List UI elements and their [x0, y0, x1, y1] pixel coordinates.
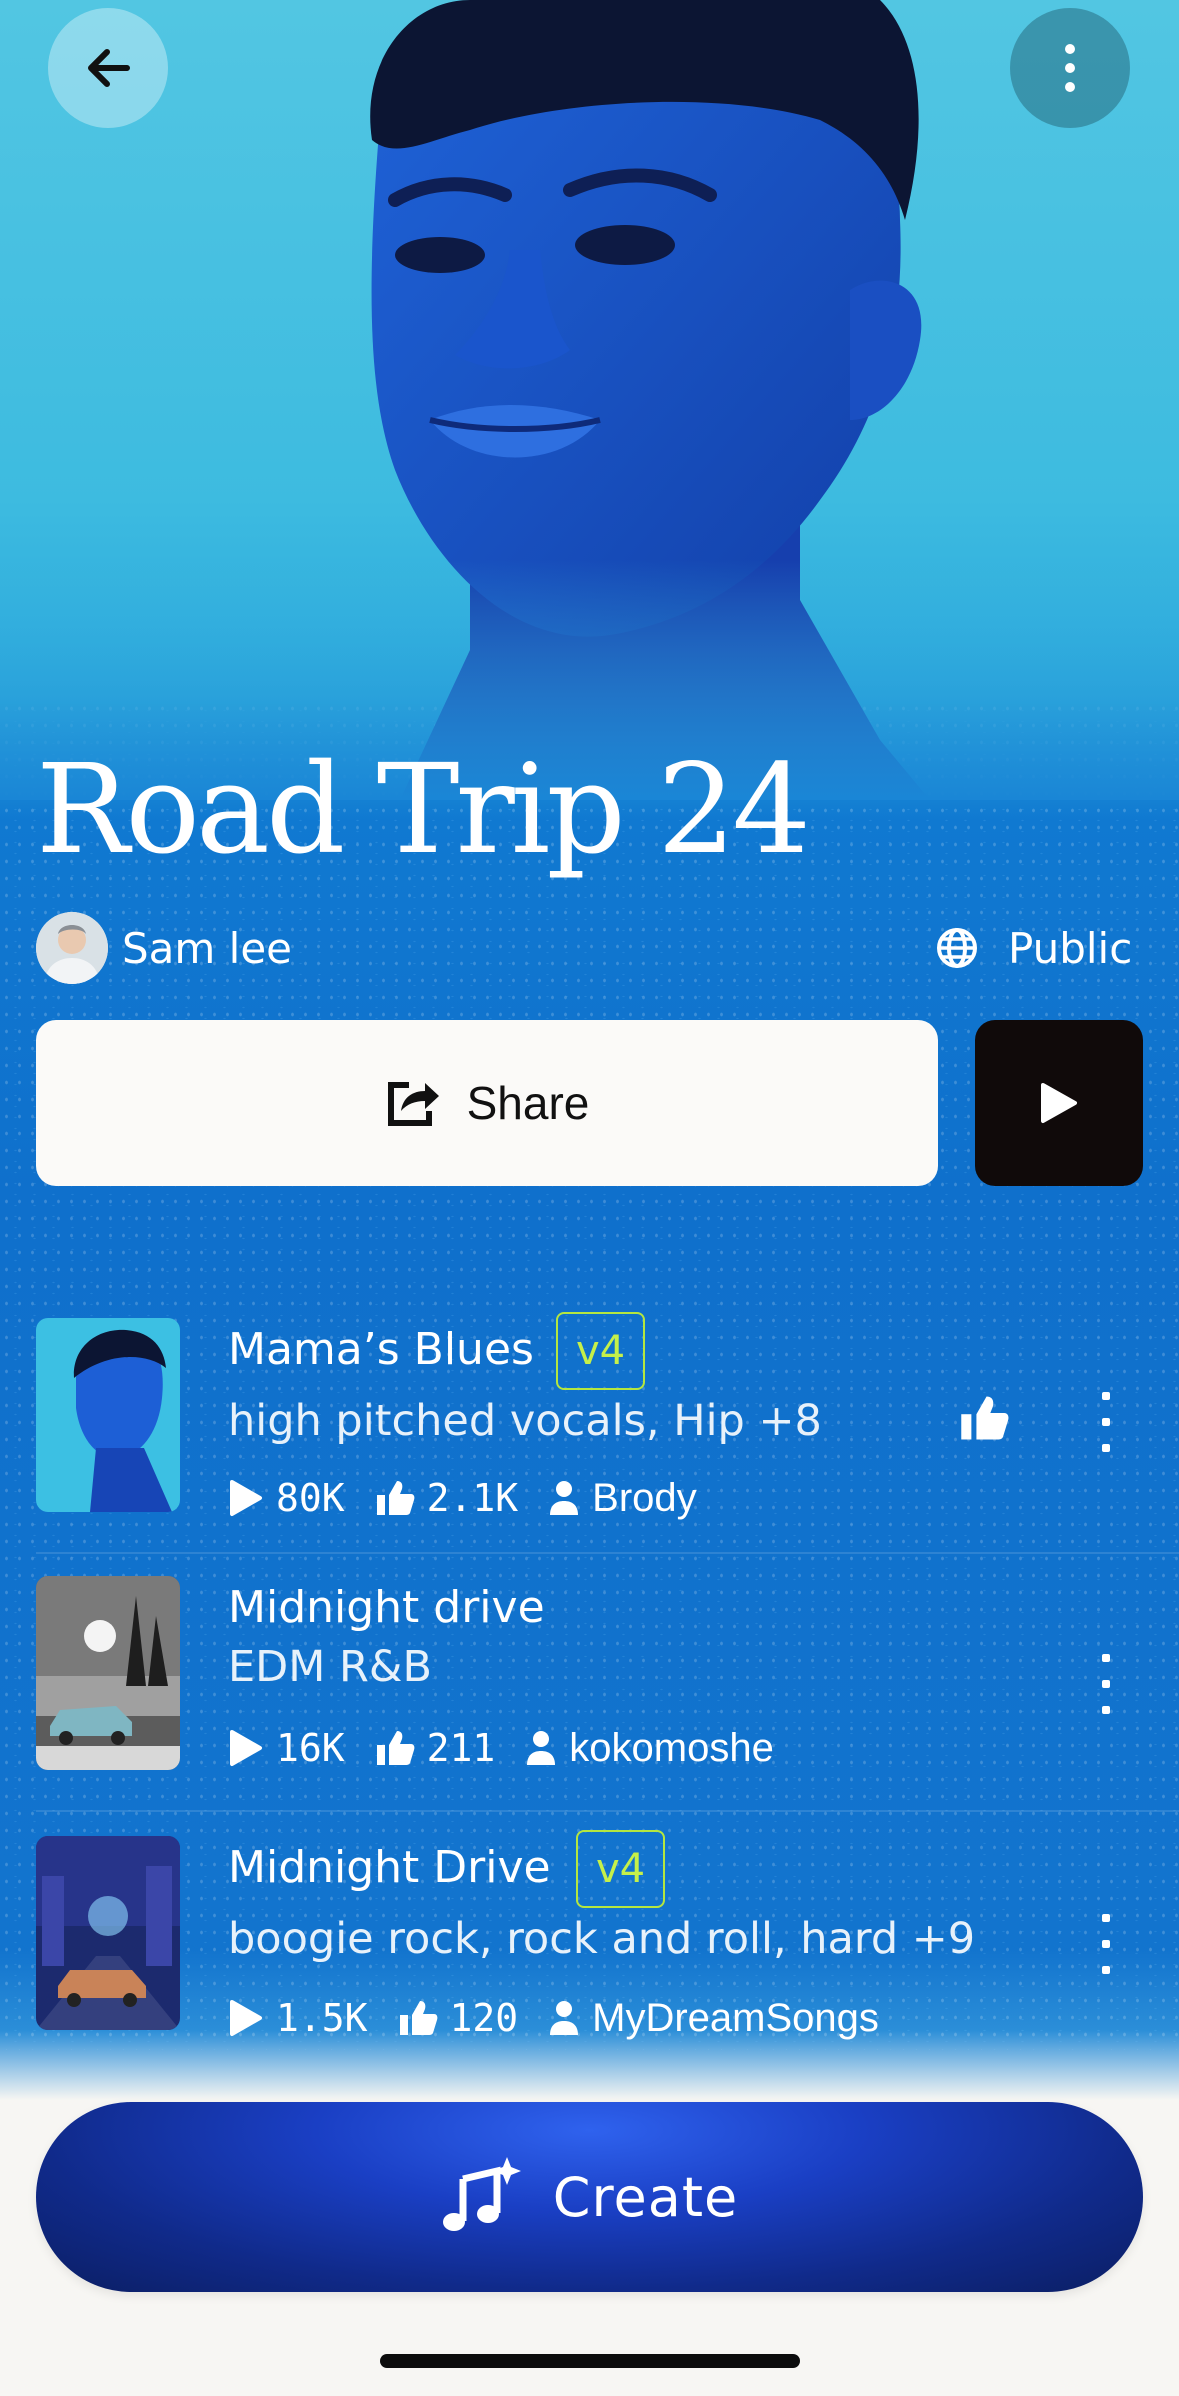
play-count: 80K	[276, 1476, 345, 1520]
playlist-title: Road Trip 24	[36, 738, 811, 882]
like-count: 211	[426, 1726, 496, 1770]
song-thumbnail	[36, 1836, 180, 2030]
share-button[interactable]: Share	[36, 1020, 938, 1186]
person-icon	[550, 1481, 579, 1515]
song-author[interactable]: Brody	[592, 1476, 697, 1521]
share-icon	[387, 1082, 439, 1126]
back-button[interactable]	[48, 8, 168, 128]
create-label: Create	[552, 2165, 739, 2229]
song-row[interactable]: Midnight Drive v4 boogie rock, rock and …	[0, 1822, 1179, 2072]
version-badge: v4	[556, 1312, 646, 1390]
more-options-button[interactable]	[1010, 8, 1130, 128]
song-more-button[interactable]	[1090, 1392, 1122, 1452]
song-author[interactable]: kokomoshe	[569, 1726, 774, 1771]
song-tags: EDM R&B	[228, 1642, 432, 1692]
song-more-button[interactable]	[1090, 1914, 1122, 1974]
song-title: Mama’s Blues	[228, 1324, 534, 1375]
avatar	[36, 912, 108, 984]
visibility-toggle[interactable]: Public	[936, 912, 1132, 984]
create-button[interactable]: Create	[36, 2102, 1143, 2292]
play-icon	[1041, 1083, 1077, 1123]
more-vertical-icon	[1065, 44, 1075, 92]
owner-name: Sam lee	[122, 923, 293, 973]
like-count: 120	[449, 1996, 519, 2040]
like-button[interactable]	[958, 1394, 1010, 1446]
music-sparkle-icon	[442, 2157, 521, 2231]
song-title: Midnight Drive	[228, 1842, 551, 1893]
play-count-icon	[230, 1480, 262, 1516]
play-count: 16K	[276, 1726, 345, 1770]
play-button[interactable]	[975, 1020, 1143, 1186]
song-thumbnail	[36, 1576, 180, 1770]
song-author[interactable]: MyDreamSongs	[592, 1996, 879, 2041]
song-more-button[interactable]	[1090, 1654, 1122, 1714]
play-count: 1.5K	[276, 1996, 368, 2040]
thumbs-up-icon	[961, 1396, 1009, 1440]
playlist-owner[interactable]: Sam lee	[36, 912, 292, 984]
person-icon	[550, 2001, 579, 2035]
song-thumbnail	[36, 1318, 180, 1512]
song-stats: 1.5K 120 MyDreamSongs	[228, 1988, 879, 2048]
play-count-icon	[230, 1730, 262, 1766]
person-icon	[527, 1731, 556, 1765]
song-stats: 16K 211 kokomoshe	[228, 1718, 774, 1778]
row-divider	[36, 1810, 1179, 1812]
playlist-screen: Road Trip 24 Sam lee Public Share Mama’s…	[0, 0, 1179, 2396]
like-count: 2.1K	[426, 1476, 519, 1520]
arrow-left-icon	[88, 49, 130, 87]
play-count-icon	[230, 2000, 262, 2036]
song-stats: 80K 2.1K Brody	[228, 1468, 697, 1528]
globe-icon	[937, 928, 977, 968]
song-title: Midnight drive	[228, 1582, 545, 1633]
share-label: Share	[466, 1077, 590, 1129]
visibility-label: Public	[1008, 923, 1133, 973]
song-tags: boogie rock, rock and roll, hard +9	[228, 1914, 976, 1964]
thumbs-up-icon	[399, 2001, 437, 2035]
thumbs-up-icon	[376, 1731, 415, 1765]
version-badge: v4	[576, 1830, 666, 1908]
song-row[interactable]: Mama’s Blues v4 high pitched vocals, Hip…	[0, 1304, 1179, 1554]
row-divider	[36, 1552, 1179, 1554]
song-tags: high pitched vocals, Hip +8	[228, 1396, 822, 1446]
song-row[interactable]: Midnight drive EDM R&B 16K 211 kokomoshe	[0, 1562, 1179, 1812]
home-indicator[interactable]	[380, 2354, 800, 2368]
thumbs-up-icon	[376, 1481, 415, 1515]
cover-image	[0, 0, 1179, 800]
